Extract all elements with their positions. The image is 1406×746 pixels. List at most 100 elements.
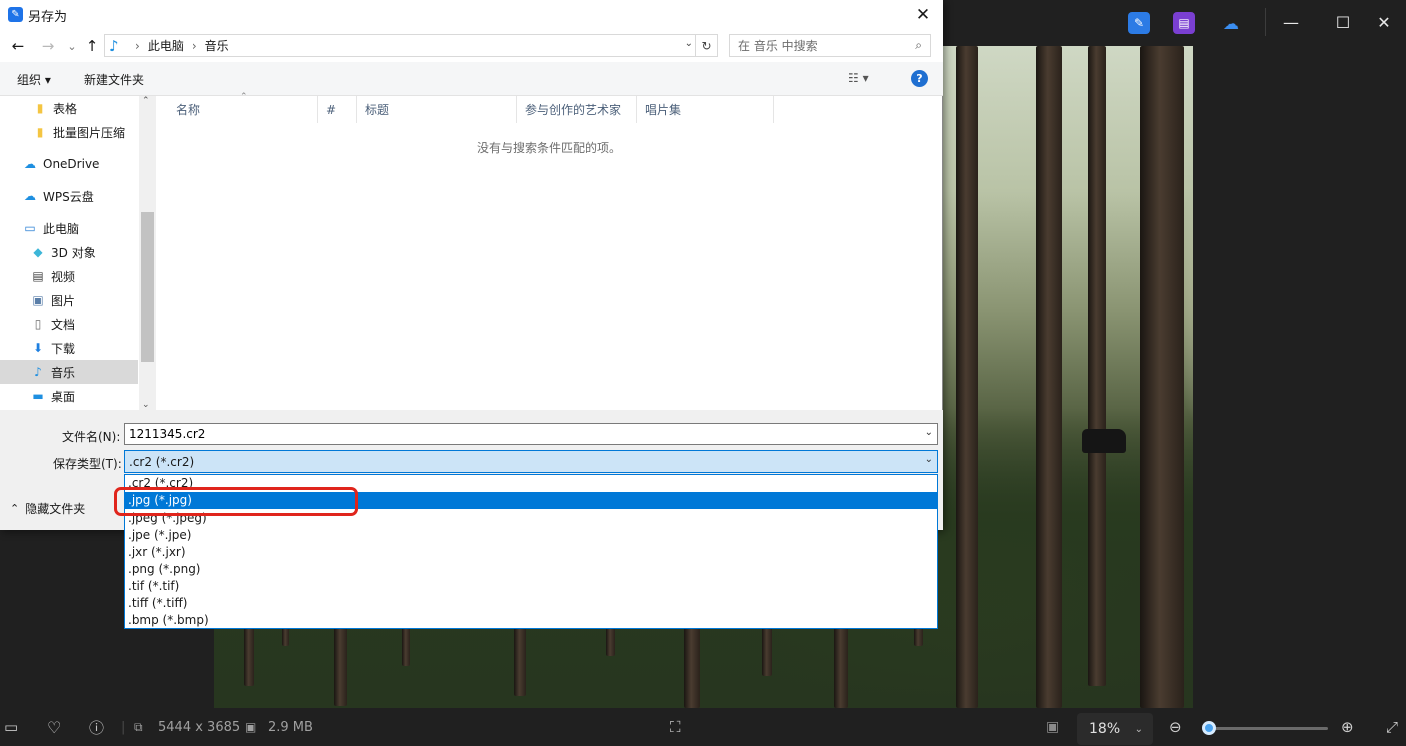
column-header-album[interactable]: 唱片集 — [637, 96, 774, 123]
scrollbar-thumb[interactable] — [141, 212, 154, 362]
sidebar-item[interactable]: ◆ 3D 对象 — [0, 240, 138, 264]
sidebar-item[interactable]: ▯ 文档 — [0, 312, 138, 336]
sidebar-item[interactable]: ☁ WPS云盘 — [0, 184, 138, 208]
sidebar-item[interactable]: ▮ 批量图片压缩 — [0, 120, 138, 144]
search-icon[interactable]: ⌕ — [915, 38, 922, 53]
parked-car — [1082, 429, 1126, 453]
image-dimensions: 5444 x 3685 — [158, 719, 241, 735]
organize-menu-button[interactable]: 组织 ▾ — [17, 71, 51, 88]
filetype-option[interactable]: .png (*.png) — [125, 561, 937, 578]
sidebar-item-label: 批量图片压缩 — [53, 125, 126, 140]
filetype-option[interactable]: .jpe (*.jpe) — [125, 527, 937, 544]
hide-folders-button[interactable]: ⌃ 隐藏文件夹 — [10, 500, 85, 517]
zoom-slider-thumb[interactable] — [1202, 721, 1216, 735]
video-editor-icon[interactable]: ▤ — [1173, 12, 1195, 34]
tree-trunk — [1140, 46, 1184, 708]
hide-folders-label: 隐藏文件夹 — [25, 502, 86, 516]
address-bar[interactable]: ♪ › 此电脑 › 音乐 ⌄ ↻ — [104, 34, 718, 57]
column-header-title[interactable]: 标题 — [357, 96, 517, 123]
title-separator — [1265, 8, 1266, 36]
zoom-in-icon[interactable]: ⊕ — [1341, 708, 1354, 746]
dialog-close-button[interactable]: ✕ — [903, 0, 943, 30]
sidebar-item[interactable]: ▮ 表格 — [0, 96, 138, 120]
filetype-selected-value: .cr2 (*.cr2) — [129, 454, 195, 469]
download-icon: ⬇ — [32, 341, 44, 355]
annotation-highlight-ring — [114, 487, 358, 516]
fit-to-window-icon[interactable]: ⛶ — [670, 708, 681, 746]
filetype-option[interactable]: .tif (*.tif) — [125, 578, 937, 595]
tree-trunk — [956, 46, 978, 708]
sidebar-item-label: 3D 对象 — [51, 245, 96, 260]
column-header-artists[interactable]: 参与创作的艺术家 — [517, 96, 637, 123]
recent-locations-chevron-icon[interactable]: ⌄ — [62, 36, 82, 56]
zoom-out-icon[interactable]: ⊖ — [1169, 708, 1182, 746]
dimensions-icon: ⧉ — [134, 719, 143, 734]
filetype-option[interactable]: .bmp (*.bmp) — [125, 612, 937, 629]
desktop-icon: ▬ — [32, 389, 44, 403]
back-arrow-icon[interactable]: ← — [8, 36, 28, 56]
sidebar-item[interactable]: ⬇ 下载 — [0, 336, 138, 360]
cube-icon: ◆ — [33, 245, 43, 259]
sidebar-item-label: 图片 — [51, 293, 76, 308]
folder-icon: ▮ — [36, 101, 44, 115]
breadcrumb-this-pc[interactable]: 此电脑 — [148, 37, 184, 54]
chevron-down-icon: ⌄ — [1134, 723, 1143, 735]
sidebar-item[interactable]: ▬ 桌面 — [0, 384, 138, 408]
sidebar-item[interactable]: ♪ 音乐 — [0, 360, 138, 384]
actual-size-icon[interactable]: ▣ — [1046, 708, 1059, 746]
close-window-button[interactable]: ✕ — [1362, 6, 1406, 38]
filetype-option[interactable]: .jxr (*.jxr) — [125, 544, 937, 561]
tree-trunk — [1036, 46, 1062, 708]
folder-icon: ▮ — [36, 125, 44, 139]
chevron-down-icon[interactable]: ⌄ — [925, 454, 933, 465]
search-box[interactable]: ⌕ — [729, 34, 931, 57]
filename-combobox[interactable]: ⌄ — [124, 423, 938, 445]
fullscreen-icon[interactable]: ⤢ — [1386, 708, 1398, 746]
refresh-icon[interactable]: ↻ — [695, 34, 717, 57]
filetype-select[interactable]: .cr2 (*.cr2) ⌄ — [124, 450, 938, 473]
sidebar-item-label: 表格 — [53, 101, 78, 116]
up-arrow-icon[interactable]: ↑ — [82, 36, 102, 56]
edit-image-icon[interactable]: ✎ — [1128, 12, 1150, 34]
sidebar-item-label: WPS云盘 — [43, 189, 94, 204]
app-icon: ✎ — [8, 7, 23, 22]
minimize-button[interactable]: — — [1269, 6, 1313, 38]
forward-arrow-icon[interactable]: → — [38, 36, 58, 56]
breadcrumb-separator: › — [135, 38, 140, 53]
maximize-button[interactable]: ☐ — [1321, 6, 1365, 38]
filetype-option[interactable]: .tiff (*.tiff) — [125, 595, 937, 612]
file-list-pane: ⌃ 名称 # 标题 参与创作的艺术家 唱片集 没有与搜索条件匹配的项。 — [156, 92, 942, 410]
zoom-level-dropdown[interactable]: 18% ⌄ — [1077, 713, 1153, 745]
info-icon[interactable]: ⓘ — [89, 708, 104, 746]
new-folder-button[interactable]: 新建文件夹 — [84, 71, 144, 88]
zoom-slider-track[interactable] — [1208, 727, 1328, 730]
filename-field[interactable] — [125, 424, 915, 444]
breadcrumb-separator: › — [191, 38, 197, 53]
zoom-level-value: 18% — [1089, 721, 1121, 737]
scroll-down-icon[interactable]: ⌄ — [142, 400, 150, 410]
onedrive-off-icon[interactable]: ☁ — [1220, 12, 1242, 34]
music-folder-icon: ♪ — [109, 36, 119, 55]
command-toolbar: 组织 ▾ 新建文件夹 ☷ ▾ ? — [0, 62, 943, 96]
empty-folder-message: 没有与搜索条件匹配的项。 — [476, 141, 621, 155]
nav-pane-scrollbar[interactable]: ⌃ ⌄ — [139, 96, 156, 410]
computer-icon: ▭ — [24, 221, 36, 235]
column-header-name[interactable]: 名称 — [168, 96, 318, 123]
search-input[interactable] — [730, 35, 900, 56]
filmstrip-icon[interactable]: ▭ — [4, 708, 18, 746]
filetype-label: 保存类型(T): — [53, 457, 122, 471]
scroll-up-icon[interactable]: ⌃ — [142, 96, 150, 106]
sidebar-item[interactable]: ▤ 视频 — [0, 264, 138, 288]
view-options-icon[interactable]: ☷ ▾ — [848, 71, 869, 85]
address-dropdown-icon[interactable]: ⌄ — [685, 38, 693, 49]
sidebar-item[interactable]: ☁ OneDrive — [0, 152, 138, 176]
sidebar-item[interactable]: ▭ 此电脑 — [0, 216, 138, 240]
sidebar-item[interactable]: ▣ 图片 — [0, 288, 138, 312]
sidebar-item-label: 此电脑 — [43, 221, 80, 236]
favorite-heart-icon[interactable]: ♡ — [47, 708, 61, 746]
breadcrumb-music[interactable]: 音乐 — [205, 37, 229, 54]
chevron-down-icon[interactable]: ⌄ — [925, 427, 933, 438]
column-header-track-number[interactable]: # — [318, 96, 357, 123]
file-size-icon: ▣ — [245, 720, 257, 734]
help-icon[interactable]: ? — [911, 70, 928, 87]
